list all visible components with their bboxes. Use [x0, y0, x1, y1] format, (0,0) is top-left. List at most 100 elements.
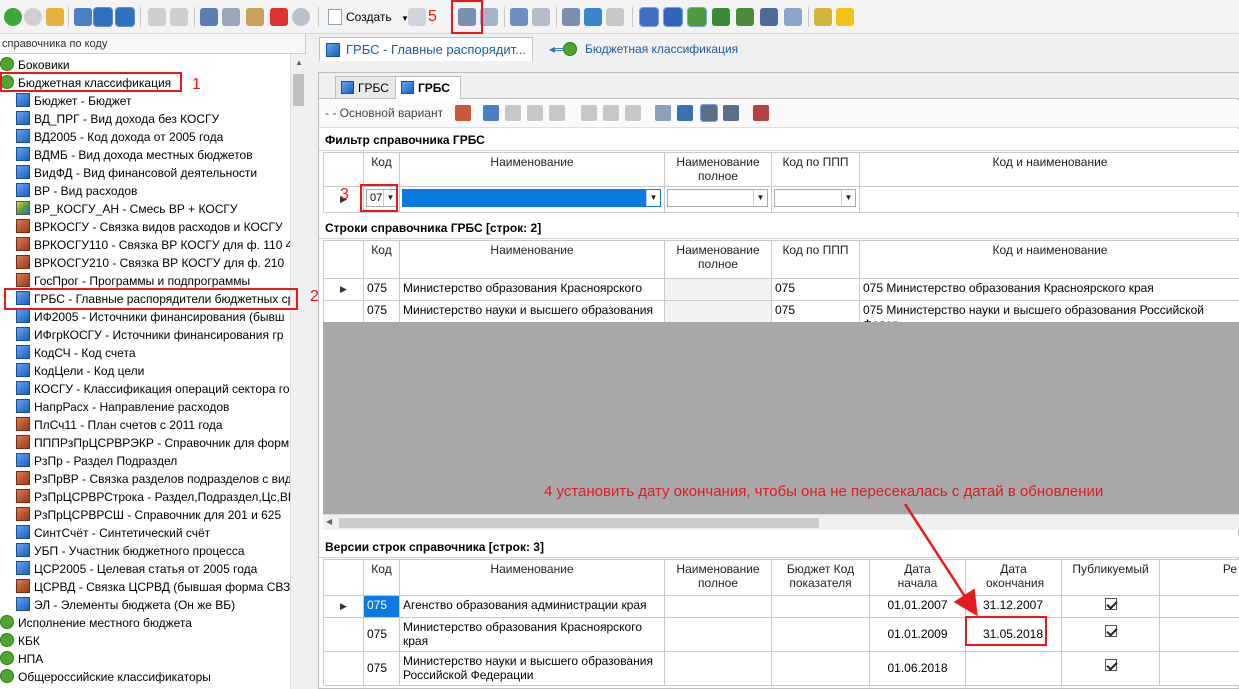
filter-off-icon[interactable]: [532, 8, 550, 26]
chevron-down-icon[interactable]: ▼: [646, 190, 660, 206]
binoculars-icon[interactable]: [510, 8, 528, 26]
col-header-code-and-name[interactable]: Код и наименование: [860, 153, 1239, 187]
col-header-ppp-code[interactable]: Код по ППП: [772, 153, 860, 187]
checkbox-checked-icon[interactable]: [1104, 625, 1117, 637]
mail-icon[interactable]: [784, 8, 802, 26]
settings-icon[interactable]: [639, 7, 659, 27]
tree-item[interactable]: ВД2005 - Код дохода от 2005 года: [16, 128, 223, 146]
rows-hscrollbar[interactable]: ◀: [323, 514, 1239, 530]
tree-item[interactable]: ПлСч11 - План счетов с 2011 года: [16, 416, 223, 434]
version-row-start[interactable]: 01.06.2018: [870, 652, 966, 686]
tab-budget-classification[interactable]: ◂═ Бюджетная классификация: [547, 37, 738, 61]
tree-item[interactable]: РзПр - Раздел Подраздел: [16, 452, 177, 470]
disk-icon[interactable]: [562, 8, 580, 26]
table-row-name[interactable]: Министерство образования Красноярского: [400, 279, 665, 301]
tree-item[interactable]: КОСГУ - Классификация операций сектора г…: [16, 380, 290, 398]
tab-grbs-2[interactable]: ГРБС: [395, 76, 461, 99]
tree-item[interactable]: СинтСчёт - Синтетический счёт: [16, 524, 210, 542]
tree-item[interactable]: ВР - Вид расходов: [16, 182, 137, 200]
link-row-icon[interactable]: [549, 105, 565, 121]
chevron-down-icon[interactable]: ▼: [841, 190, 855, 206]
version-row-published[interactable]: [1062, 596, 1160, 618]
tree-item[interactable]: УБП - Участник бюджетного процесса: [16, 542, 245, 560]
version-row-code[interactable]: 075: [364, 618, 400, 652]
col-header-end-date[interactable]: Дата окончания: [966, 560, 1062, 596]
name-filter-cell[interactable]: ▼: [400, 187, 665, 213]
tree-item[interactable]: ВРКОСГУ210 - Связка ВР КОСГУ для ф. 210: [16, 254, 284, 272]
ppp-filter-cell[interactable]: ▼: [772, 187, 860, 213]
table-row-code[interactable]: 075: [364, 279, 400, 301]
tree-item[interactable]: КодЦели - Код цели: [16, 362, 144, 380]
delete-row-icon[interactable]: [603, 105, 619, 121]
back-icon[interactable]: [4, 8, 22, 26]
col-header-ppp-code[interactable]: Код по ППП: [772, 241, 860, 279]
tree-item[interactable]: НапрРасх - Направление расходов: [16, 398, 229, 416]
tree-item[interactable]: ВД_ПРГ - Вид дохода без КОСГУ: [16, 110, 219, 128]
col-header-published[interactable]: Публикуемый: [1062, 560, 1160, 596]
tree-scroll-thumb[interactable]: [293, 74, 304, 106]
calendar-icon[interactable]: [455, 105, 471, 121]
full-name-filter-combo[interactable]: ▼: [667, 189, 768, 207]
tree-item[interactable]: ВРКОСГУ - Связка видов расходов и КОСГУ: [16, 218, 283, 236]
version-row-published[interactable]: [1062, 618, 1160, 652]
filter-menu-icon[interactable]: [723, 105, 739, 121]
checkbox-checked-icon[interactable]: [1104, 598, 1117, 610]
full-name-filter-cell[interactable]: ▼: [665, 187, 772, 213]
tree-item[interactable]: ПППРзПрЦСРВРЭКР - Справочник для форми: [16, 434, 290, 452]
tree-item[interactable]: ВРКОСГУ110 - Связка ВР КОСГУ для ф. 110 …: [16, 236, 290, 254]
table-row-code-name[interactable]: 075 Министерство науки и высшего образов…: [860, 301, 1239, 323]
tree-item[interactable]: ИФ2005 - Источники финансирования (бывш: [16, 308, 285, 326]
col-header-start-date[interactable]: Дата начала: [870, 560, 966, 596]
scroll-up-icon[interactable]: ▲: [295, 58, 303, 67]
window-icon[interactable]: [115, 7, 135, 27]
tree-item[interactable]: Общероссийские классификаторы: [0, 668, 211, 686]
edit-row-icon[interactable]: [527, 105, 543, 121]
name-filter-combo[interactable]: ▼: [402, 189, 661, 207]
table-row-code-name[interactable]: 075 Министерство образования Красноярско…: [860, 279, 1239, 301]
col-header-extra[interactable]: Ре: [1160, 560, 1239, 596]
version-row-end[interactable]: [966, 652, 1062, 686]
tree-item[interactable]: РзПрВР - Связка разделов подразделов с в…: [16, 470, 290, 488]
table-row-name[interactable]: Министерство науки и высшего образования: [400, 301, 665, 323]
version-row-full[interactable]: [665, 652, 772, 686]
tree-item[interactable]: РзПрЦСРВРСтрока - Раздел,Подраздел,Цс,ВР…: [16, 488, 290, 506]
table-icon[interactable]: [677, 105, 693, 121]
version-row-code[interactable]: 075: [364, 596, 400, 618]
export-icon[interactable]: [625, 105, 641, 121]
table-row-full[interactable]: [665, 279, 772, 301]
refresh-icon[interactable]: [584, 8, 602, 26]
col-header-code[interactable]: Код: [364, 560, 400, 596]
checkbox-checked-icon[interactable]: [1104, 659, 1117, 671]
tree-item[interactable]: РзПрЦСРВРСШ - Справочник для 201 и 625: [16, 506, 281, 524]
version-row-budget-code[interactable]: [772, 596, 870, 618]
tree-item[interactable]: ИФгрКОСГУ - Источники финансирования гр: [16, 326, 283, 344]
variant-selector[interactable]: - - Основной вариант: [325, 106, 443, 120]
copy-icon[interactable]: [222, 8, 240, 26]
col-header-code-and-name[interactable]: Код и наименование: [860, 241, 1239, 279]
version-row-name[interactable]: Агенство образования администрации края: [400, 596, 665, 618]
paste-icon[interactable]: [246, 8, 264, 26]
add-row-icon[interactable]: [483, 105, 499, 121]
panel-icon[interactable]: [74, 8, 92, 26]
tree-item[interactable]: НПА: [0, 650, 43, 668]
version-row-start[interactable]: 01.01.2009: [870, 618, 966, 652]
tab-grbs-1[interactable]: ГРБС: [335, 76, 400, 98]
tab-grbs-document[interactable]: ГРБС - Главные распорядит...: [319, 37, 533, 61]
search-icon[interactable]: [292, 8, 310, 26]
tree-item[interactable]: ЦСР2005 - Целевая статья от 2005 года: [16, 560, 257, 578]
copy-row-icon[interactable]: [505, 105, 521, 121]
tree-item[interactable]: ЭЛ - Элементы бюджета (Он же ВБ): [16, 596, 235, 614]
version-row-name[interactable]: Министерство науки и высшего образования…: [400, 652, 665, 686]
home-icon[interactable]: [46, 8, 64, 26]
redo-icon[interactable]: [170, 8, 188, 26]
add-favorite-icon[interactable]: [814, 8, 832, 26]
list-icon[interactable]: [655, 105, 671, 121]
version-row-start[interactable]: 01.01.2007: [870, 596, 966, 618]
code-name-filter-cell[interactable]: [860, 187, 1239, 213]
version-row-budget-code[interactable]: [772, 618, 870, 652]
version-row-code[interactable]: 075: [364, 652, 400, 686]
filter-icon[interactable]: [700, 104, 718, 122]
col-header-budget-code[interactable]: Бюджет Код показателя: [772, 560, 870, 596]
version-row-published[interactable]: [1062, 652, 1160, 686]
version-row-name[interactable]: Министерство образования Красноярского к…: [400, 618, 665, 652]
